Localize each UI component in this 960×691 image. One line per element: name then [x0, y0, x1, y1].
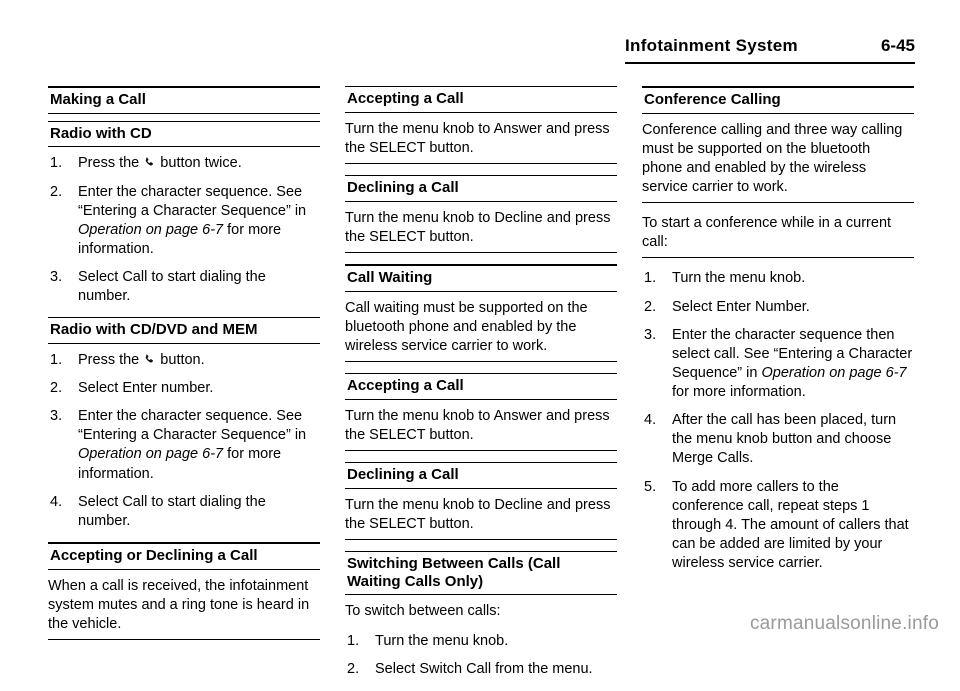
cross-reference[interactable]: Operation on page 6-7: [761, 365, 906, 381]
step-number: 1.: [644, 270, 657, 287]
step-text: Press the: [78, 351, 144, 368]
page-header: Infotainment System 6-45: [625, 36, 915, 56]
page-title: Infotainment System: [625, 36, 798, 55]
column-middle: Accepting a Call Turn the menu knob to An…: [345, 86, 617, 691]
body-paragraph: Conference calling and three way calling…: [642, 121, 914, 204]
subsection-heading: Declining a Call: [345, 461, 617, 489]
page-columns: Making a Call Radio with CD 1. Press the bu…: [0, 86, 960, 691]
section-heading: Conference Calling: [642, 86, 914, 114]
list-item: 4. Select Call to start dialing the numbe…: [48, 493, 320, 531]
phone-handset-icon: [144, 354, 155, 365]
step-number: 4.: [644, 412, 657, 429]
subsection-heading: Switching Between Calls (Call Waiting Ca…: [345, 550, 617, 596]
step-text: To add more callers to the conference ca…: [672, 478, 909, 572]
step-number: 3.: [50, 269, 63, 285]
step-text-cont: button.: [156, 351, 205, 368]
body-paragraph: To start a conference while in a current…: [642, 214, 914, 259]
section-heading: Call Waiting: [345, 263, 617, 292]
step-text-cont: for more information.: [672, 384, 806, 401]
list-item: 2. Select Switch Call from the menu.: [345, 660, 617, 679]
list-item: 1. Press the button.: [48, 351, 320, 370]
cross-reference[interactable]: Operation on page 6-7: [78, 446, 223, 462]
step-number: 2.: [50, 380, 63, 397]
subsection-heading: Accepting a Call: [345, 86, 617, 113]
procedure-list: 1. Press the button. 2. Select Enter number…: [48, 351, 320, 531]
step-number: 2.: [347, 661, 360, 678]
step-number: 3.: [644, 326, 657, 343]
body-paragraph: Turn the menu knob to Answer and press t…: [345, 120, 617, 164]
footer-watermark: carmanualsonline.info: [749, 613, 939, 634]
step-number: 3.: [50, 408, 63, 425]
step-text: Press the: [78, 155, 144, 172]
header-rule: [625, 62, 915, 64]
body-paragraph: Turn the menu knob to Answer and press t…: [345, 407, 617, 451]
list-item: 3. Enter the character sequence. See “Ent…: [48, 407, 320, 484]
body-paragraph: Turn the menu knob to Decline and press …: [345, 496, 617, 540]
body-paragraph: Call waiting must be supported on the bl…: [345, 299, 617, 362]
step-text: Turn the menu knob.: [375, 633, 509, 650]
procedure-list: 1. Turn the menu knob. 2. Select Enter Numb…: [642, 269, 914, 573]
section-heading: Accepting or Declining a Call: [48, 541, 320, 570]
step-number: 1.: [50, 351, 63, 368]
subsection-heading: Radio with CD/DVD and MEM: [48, 317, 320, 344]
step-text: Select Switch Call from the menu.: [375, 661, 593, 678]
step-text: Select Call to start dialing the number.: [78, 269, 266, 305]
list-item: 1. Turn the menu knob.: [642, 269, 914, 288]
subsection-heading: Declining a Call: [345, 174, 617, 202]
list-item: 2. Select Enter number.: [48, 379, 320, 398]
step-text: Enter the character sequence. See “Enter…: [78, 408, 307, 444]
list-item: 3. Select Call to start dialing the numbe…: [48, 268, 320, 306]
step-number: 5.: [644, 478, 657, 495]
step-text: Select Enter Number.: [672, 298, 810, 315]
step-number: 4.: [50, 493, 63, 510]
step-number: 1.: [50, 155, 63, 172]
step-text: Select Call to start dialing the number.: [78, 493, 266, 529]
subsection-heading: Accepting a Call: [345, 372, 617, 400]
section-heading: Making a Call: [48, 86, 320, 114]
list-item: 1. Press the button twice.: [48, 154, 320, 173]
procedure-list: 1. Press the button twice. 2. Enter the cha…: [48, 154, 320, 306]
procedure-list: 1. Turn the menu knob. 2. Select Switch Cal…: [345, 632, 617, 679]
step-number: 2.: [644, 298, 657, 315]
step-text: Turn the menu knob.: [672, 270, 806, 287]
step-text-cont: button twice.: [156, 155, 242, 172]
list-item: 5. To add more callers to the conference …: [642, 478, 914, 574]
page-number: 6-45: [880, 36, 915, 55]
step-text: After the call has been placed, turn the…: [672, 412, 897, 467]
list-item: 4. After the call has been placed, turn t…: [642, 411, 914, 468]
list-item: 2. Select Enter Number.: [642, 298, 914, 317]
step-number: 2.: [50, 183, 63, 200]
cross-reference[interactable]: Operation on page 6-7: [78, 222, 223, 238]
step-text: Enter the character sequence. See “Enter…: [78, 183, 307, 219]
phone-handset-icon: [144, 157, 155, 168]
column-right: Conference Calling Conference calling and…: [642, 86, 914, 691]
step-text: Select Enter number.: [78, 380, 214, 397]
list-item: 3. Enter the character sequence then sele…: [642, 326, 914, 403]
column-left: Making a Call Radio with CD 1. Press the bu…: [48, 86, 320, 691]
list-item: 2. Enter the character sequence. See “Ent…: [48, 183, 320, 260]
body-paragraph: Turn the menu knob to Decline and press …: [345, 209, 617, 253]
subsection-heading: Radio with CD: [48, 120, 320, 148]
